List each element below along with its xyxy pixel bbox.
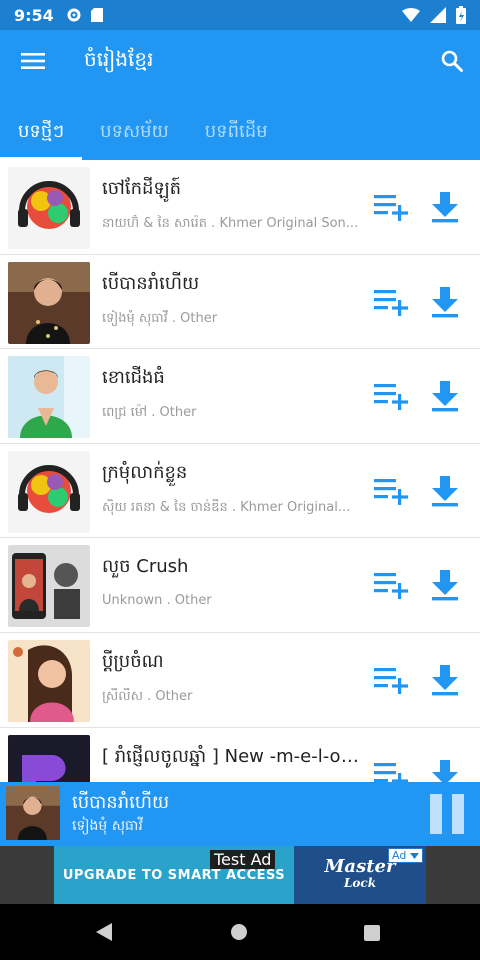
app-title: ចំរៀងខ្មែរ bbox=[84, 47, 154, 71]
song-title: លួច Crush bbox=[102, 556, 189, 578]
album-art bbox=[8, 545, 90, 628]
menu-button[interactable] bbox=[0, 30, 66, 92]
pause-icon bbox=[430, 794, 442, 834]
tab-bar: បទថ្មីៗ បទសម័យ បទពីដើម bbox=[0, 104, 480, 160]
tab-new-songs[interactable]: បទថ្មីៗ bbox=[0, 104, 83, 160]
song-list[interactable]: ចៅកែដីឡូត៍ នាយហ៊ំ & នៃ សារ៉េត . Khmer Or… bbox=[0, 160, 480, 782]
song-subtitle: Unknown . Other bbox=[102, 593, 212, 609]
download-icon[interactable] bbox=[428, 285, 462, 319]
system-nav-bar bbox=[0, 904, 480, 960]
sd-card-icon bbox=[90, 8, 103, 22]
menu-icon bbox=[21, 53, 45, 69]
album-art bbox=[8, 356, 90, 439]
song-title: បើបានរាំហើយ bbox=[102, 272, 200, 294]
list-item[interactable]: ខោជើងធំ ពេជ្រ ម៉ៅ . Other bbox=[0, 349, 480, 444]
now-playing-artist: ទៀងមុំ សុធាវី bbox=[72, 818, 143, 834]
settings-icon bbox=[67, 8, 81, 22]
list-item[interactable]: [ រាំផ្ញើលចូលឆ្នាំ ] New -m-e-l-o-d... bbox=[0, 728, 480, 782]
app-bar: ចំរៀងខ្មែរ បទថ្មីៗ បទសម័យ បទពីដើម bbox=[0, 30, 480, 160]
download-icon[interactable] bbox=[428, 663, 462, 697]
song-title: ក្រមុំលាក់ខ្លួន bbox=[102, 461, 188, 483]
album-art bbox=[8, 450, 90, 533]
download-icon[interactable] bbox=[428, 474, 462, 508]
song-subtitle: នាយហ៊ំ & នៃ សារ៉េត . Khmer Original Son.… bbox=[102, 216, 359, 231]
back-icon[interactable] bbox=[96, 923, 114, 941]
song-title: ចៅកែដីឡូត៍ bbox=[102, 178, 182, 199]
wifi-icon bbox=[402, 8, 420, 22]
song-subtitle: ពេជ្រ ម៉ៅ . Other bbox=[102, 405, 197, 421]
test-ad-label: Test Ad bbox=[210, 850, 276, 869]
add-to-playlist-icon[interactable] bbox=[372, 760, 410, 782]
song-subtitle: ស៊ិយ រតនា & នៃ ចាន់ឌីន . Khmer Original.… bbox=[102, 499, 351, 515]
add-to-playlist-icon[interactable] bbox=[372, 381, 410, 411]
download-icon[interactable] bbox=[428, 379, 462, 413]
chevron-down-icon bbox=[409, 853, 419, 859]
add-to-playlist-icon[interactable] bbox=[372, 192, 410, 222]
add-to-playlist-icon[interactable] bbox=[372, 570, 410, 600]
search-button[interactable] bbox=[424, 30, 480, 92]
add-to-playlist-icon[interactable] bbox=[372, 476, 410, 506]
add-to-playlist-icon[interactable] bbox=[372, 665, 410, 695]
add-to-playlist-icon[interactable] bbox=[372, 287, 410, 317]
list-item[interactable]: បើបានរាំហើយ ទៀងមុំ សុធាវី . Other bbox=[0, 255, 480, 350]
download-icon[interactable] bbox=[428, 190, 462, 224]
album-art bbox=[8, 734, 90, 782]
signal-icon bbox=[430, 7, 446, 23]
now-playing-art bbox=[6, 786, 60, 840]
ad-brand-line2: Lock bbox=[343, 876, 377, 890]
list-item[interactable]: លួច Crush Unknown . Other bbox=[0, 538, 480, 633]
song-title: ខោជើងធំ bbox=[102, 367, 165, 389]
download-icon[interactable] bbox=[428, 568, 462, 602]
recents-icon[interactable] bbox=[364, 925, 380, 941]
now-playing-bar[interactable]: បើបានរាំហើយ ទៀងមុំ សុធាវី bbox=[0, 782, 480, 846]
search-icon bbox=[441, 50, 463, 72]
pause-button[interactable] bbox=[428, 794, 466, 834]
download-icon[interactable] bbox=[428, 758, 462, 782]
list-item[interactable]: ចៅកែដីឡូត៍ នាយហ៊ំ & នៃ សារ៉េត . Khmer Or… bbox=[0, 160, 480, 255]
status-bar: 9:54 bbox=[0, 0, 480, 30]
ad-choices-badge[interactable]: Ad bbox=[388, 848, 423, 863]
album-art bbox=[8, 639, 90, 722]
now-playing-title: បើបានរាំហើយ bbox=[72, 792, 170, 813]
song-title: [ រាំផ្ញើលចូលឆ្នាំ ] New -m-e-l-o-d... bbox=[102, 745, 364, 767]
list-item[interactable]: ក្រមុំលាក់ខ្លួន ស៊ិយ រតនា & នៃ ចាន់ឌីន .… bbox=[0, 444, 480, 539]
album-art bbox=[8, 261, 90, 344]
status-time: 9:54 bbox=[14, 5, 54, 25]
song-subtitle: ស្រីលីស . Other bbox=[102, 688, 193, 704]
ad-container: UPGRADE TO SMART ACCESS Master Lock Test … bbox=[0, 846, 480, 904]
list-item[interactable]: ប្តីប្រចំណ ស្រីលីស . Other bbox=[0, 633, 480, 728]
song-title: ប្តីប្រចំណ bbox=[102, 650, 164, 672]
ad-brand-line1: Master bbox=[324, 856, 396, 877]
tab-modern-songs[interactable]: បទសម័យ bbox=[82, 104, 187, 160]
song-subtitle: ទៀងមុំ សុធាវី . Other bbox=[102, 310, 218, 326]
album-art bbox=[8, 167, 90, 249]
battery-icon bbox=[456, 6, 466, 24]
tab-classic-songs[interactable]: បទពីដើម bbox=[187, 104, 286, 160]
home-icon[interactable] bbox=[231, 924, 247, 940]
